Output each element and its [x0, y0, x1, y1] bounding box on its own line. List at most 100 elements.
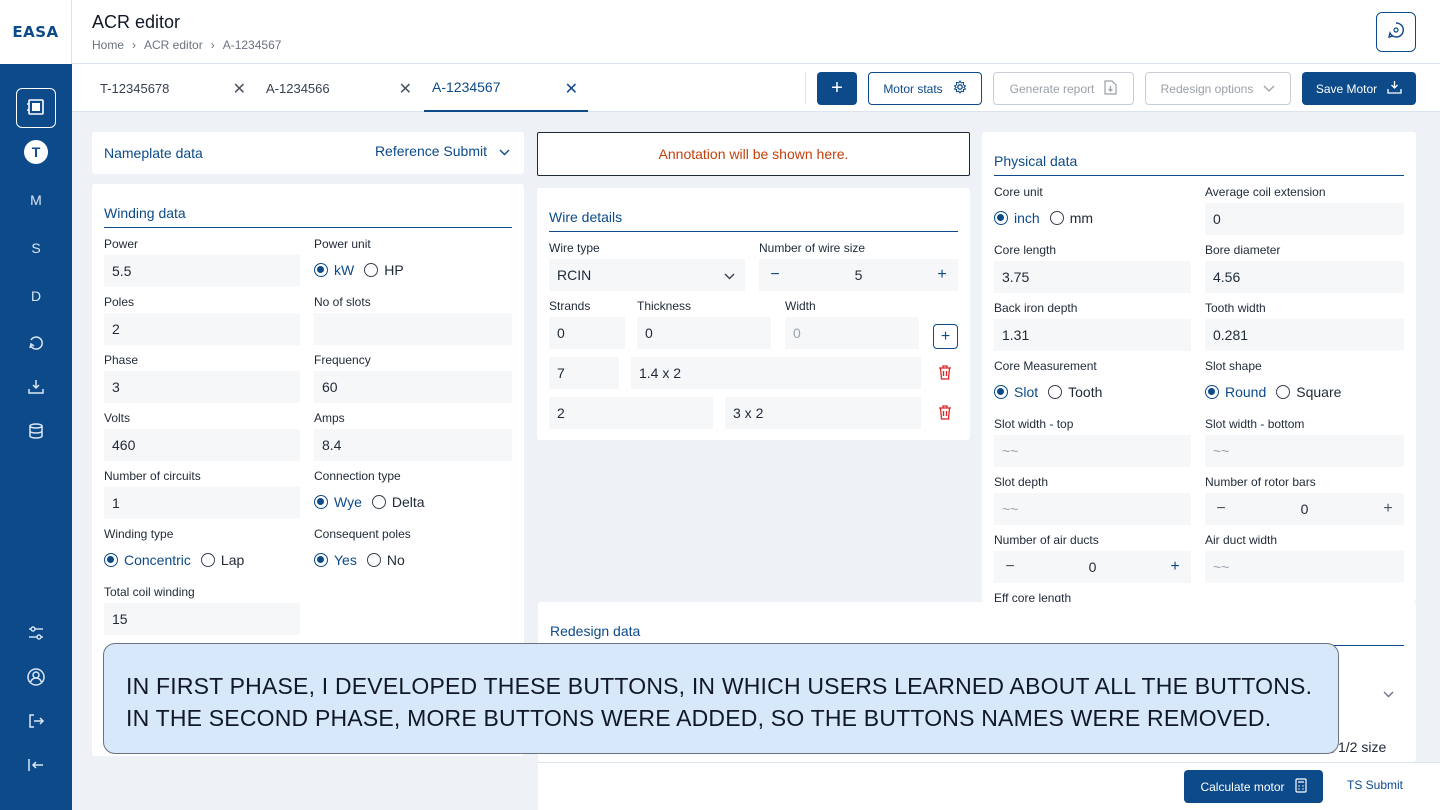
rotor-bars-stepper: − 0 +: [1205, 493, 1404, 525]
calculate-motor-button[interactable]: Calculate motor: [1184, 770, 1323, 803]
ts-submit-link[interactable]: TS Submit: [1347, 778, 1403, 792]
sliders-icon: [27, 624, 45, 645]
calculator-icon: [1294, 777, 1307, 796]
total-coil-input[interactable]: 15: [104, 603, 300, 635]
generate-report-button[interactable]: Generate report: [993, 72, 1134, 105]
radio-label: Wye: [334, 494, 362, 510]
phase-input[interactable]: 3: [104, 371, 300, 403]
breadcrumb-acr-editor[interactable]: ACR editor: [144, 38, 203, 52]
core-length-input[interactable]: 3.75: [994, 261, 1191, 293]
frequency-input[interactable]: 60: [314, 371, 512, 403]
strands-input[interactable]: 7: [549, 357, 619, 389]
bore-input[interactable]: 4.56: [1205, 261, 1404, 293]
sidebar-item-d[interactable]: D: [16, 276, 56, 316]
wire-type-select[interactable]: RCIN: [549, 259, 745, 291]
radio-hp[interactable]: [364, 263, 379, 277]
tab-a-1234567[interactable]: A-1234567 ✕: [424, 64, 588, 112]
core-meas-label: Core Measurement: [994, 359, 1097, 373]
plus-icon[interactable]: +: [934, 266, 950, 284]
slot-top-input[interactable]: ~~: [994, 435, 1191, 467]
wire-size-value[interactable]: 5: [855, 267, 863, 283]
minus-icon[interactable]: −: [1002, 558, 1018, 576]
radio-tooth[interactable]: [1048, 385, 1063, 399]
circuits-label: Number of circuits: [104, 469, 201, 483]
sidebar-item-collapse[interactable]: [16, 746, 56, 786]
tab-t-12345678[interactable]: T-12345678 ✕: [100, 64, 246, 112]
tab-bar: T-12345678 ✕ A-1234566 ✕ A-1234567 ✕ + M…: [72, 64, 1440, 112]
radio-inch[interactable]: [994, 211, 1008, 225]
radio-round[interactable]: [1205, 385, 1219, 399]
avg-coil-input[interactable]: 0: [1205, 203, 1404, 235]
close-icon[interactable]: ✕: [565, 79, 578, 99]
sidebar-item-profile[interactable]: [16, 658, 56, 698]
sidebar-item-settings[interactable]: [16, 614, 56, 654]
radio-label: kW: [334, 262, 355, 278]
minus-icon[interactable]: −: [1213, 500, 1229, 518]
close-icon[interactable]: ✕: [233, 79, 246, 99]
power-input[interactable]: 5.5: [104, 255, 300, 287]
radio-slot[interactable]: [994, 385, 1008, 399]
tooth-width-input[interactable]: 0.281: [1205, 319, 1404, 351]
air-ducts-value[interactable]: 0: [1089, 559, 1097, 575]
divider: [104, 227, 512, 228]
redesign-options-dropdown[interactable]: Redesign options: [1145, 72, 1291, 105]
wire-size-value[interactable]: 3 x 2: [725, 397, 921, 429]
radio-label: mm: [1069, 210, 1094, 226]
radio-mm[interactable]: [1049, 211, 1064, 225]
minus-icon[interactable]: −: [767, 266, 783, 284]
core-unit-label: Core unit: [994, 185, 1043, 199]
plus-icon[interactable]: +: [1167, 558, 1183, 576]
database-icon: [27, 422, 45, 443]
trash-icon[interactable]: [938, 365, 952, 385]
radio-delta[interactable]: [371, 495, 386, 509]
radio-no[interactable]: [366, 553, 381, 567]
tab-a-1234566[interactable]: A-1234566 ✕: [266, 64, 412, 112]
volts-input[interactable]: 460: [104, 429, 300, 461]
save-motor-button[interactable]: Save Motor: [1302, 72, 1416, 105]
sidebar-item-motor[interactable]: [16, 88, 56, 128]
radio-kw[interactable]: [314, 263, 328, 277]
sidebar-item-m[interactable]: M: [16, 180, 56, 220]
add-button[interactable]: +: [817, 72, 857, 105]
thickness-input[interactable]: 0: [637, 317, 771, 349]
radio-square[interactable]: [1276, 385, 1291, 399]
logo: EASA: [0, 0, 72, 64]
slots-input[interactable]: [314, 313, 512, 345]
close-icon[interactable]: ✕: [399, 79, 412, 99]
radio-wye[interactable]: [314, 495, 328, 509]
reference-submit-dropdown[interactable]: Reference Submit: [375, 143, 510, 159]
circuits-input[interactable]: 1: [104, 487, 300, 519]
slot-shape-radio: Round Square: [1205, 384, 1351, 400]
amps-input[interactable]: 8.4: [314, 429, 512, 461]
air-duct-width-input[interactable]: ~~: [1205, 551, 1404, 583]
sidebar-item-refresh[interactable]: [16, 324, 56, 364]
sidebar-item-logout[interactable]: [16, 702, 56, 742]
sidebar-item-database[interactable]: [16, 412, 56, 452]
poles-input[interactable]: 2: [104, 313, 300, 345]
radio-lap[interactable]: [200, 553, 215, 567]
chat-button[interactable]: [1376, 12, 1416, 52]
trash-icon[interactable]: [938, 405, 952, 425]
rotor-bars-value[interactable]: 0: [1301, 501, 1309, 517]
strands-label: Strands: [549, 299, 591, 313]
nameplate-title: Nameplate data: [104, 145, 203, 161]
strands-input[interactable]: 2: [549, 397, 713, 429]
slot-bottom-input[interactable]: ~~: [1205, 435, 1404, 467]
sidebar-item-download[interactable]: [16, 368, 56, 408]
radio-concentric[interactable]: [104, 553, 118, 567]
caption-line-2: IN THE SECOND PHASE, MORE BUTTONS WERE A…: [126, 705, 1272, 731]
add-wire-button[interactable]: +: [933, 324, 958, 349]
wire-type-label: Wire type: [549, 241, 600, 255]
plus-icon[interactable]: +: [1380, 500, 1396, 518]
wire-size-value[interactable]: 1.4 x 2: [631, 357, 921, 389]
sidebar-item-t[interactable]: T: [16, 132, 56, 172]
strands-input[interactable]: 0: [549, 317, 625, 349]
back-iron-input[interactable]: 1.31: [994, 319, 1191, 351]
breadcrumb-home[interactable]: Home: [92, 38, 124, 52]
radio-yes[interactable]: [314, 553, 328, 567]
sidebar-item-s[interactable]: S: [16, 228, 56, 268]
chevron-down-icon[interactable]: [1383, 685, 1394, 703]
slot-depth-input[interactable]: ~~: [994, 493, 1191, 525]
width-input[interactable]: 0: [785, 317, 919, 349]
motor-stats-button[interactable]: Motor stats: [868, 72, 982, 105]
